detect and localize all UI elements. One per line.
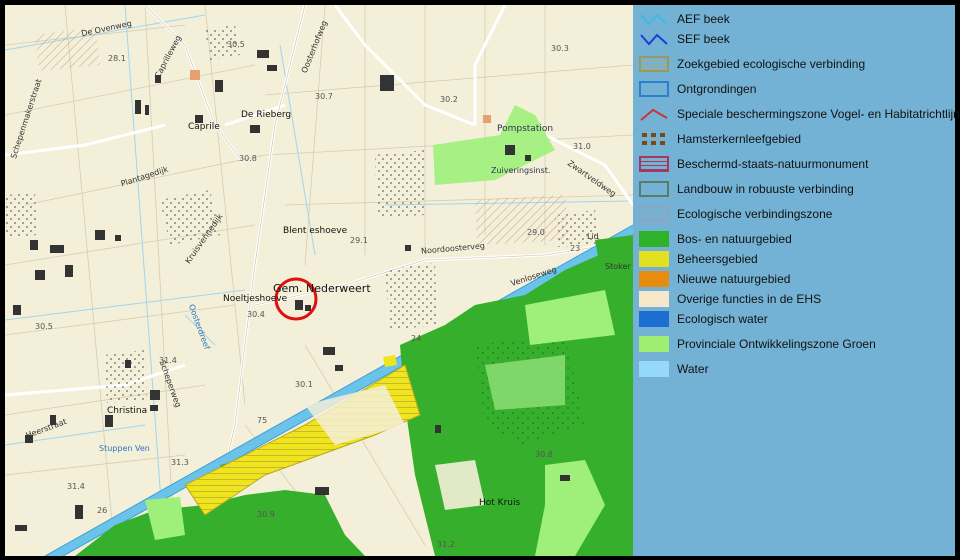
legend-label: Landbouw in robuuste verbinding [677, 182, 854, 196]
legend-item-overig: Overige functies in de EHS [639, 290, 821, 308]
legend-label: Speciale beschermingszone Vogel- en Habi… [677, 107, 960, 121]
legend-item-pog: Provinciale Ontwikkelingszone Groen [639, 335, 876, 353]
legend-item-speciale: Speciale beschermingszone Vogel- en Habi… [639, 105, 960, 123]
legend-item-sef: SEF beek [639, 30, 730, 48]
map-legend: AEF beek SEF beek Zoekgebied ecologische… [633, 5, 960, 556]
elevation-label: 31.0 [573, 142, 591, 151]
legend-swatch-water [639, 361, 669, 377]
legend-item-beheer: Beheersgebied [639, 250, 758, 268]
legend-label: Beschermd-staats-natuurmonument [677, 157, 869, 171]
legend-swatch-beschermd [639, 156, 669, 172]
map-drawing [5, 5, 633, 556]
elevation-label: 30.7 [315, 92, 333, 101]
legend-item-ecozone: Ecologische verbindingszone [639, 205, 832, 223]
legend-swatch-ecowater [639, 311, 669, 327]
legend-label: Ontgrondingen [677, 82, 757, 96]
legend-swatch-bos [639, 231, 669, 247]
elevation-label: 30.8 [535, 450, 553, 459]
legend-swatch-pog [639, 336, 669, 352]
legend-label: Bos- en natuurgebied [677, 232, 792, 246]
legend-swatch-overig [639, 291, 669, 307]
elevation-label: 30.9 [257, 510, 275, 519]
map-label-lid: Lid [587, 232, 599, 241]
map-label-christina: Christina [107, 406, 148, 416]
legend-label: Hamsterkernleefgebied [677, 132, 802, 146]
map-label-caprile: Caprile [188, 122, 220, 132]
legend-item-zoek: Zoekgebied ecologische verbinding [639, 55, 865, 73]
legend-swatch-nieuw [639, 271, 669, 287]
map-label-pompstation: Pompstation [497, 124, 554, 134]
elevation-label: 30.5 [227, 40, 245, 49]
marked-place-label: Gem. Nederweert [273, 282, 371, 295]
legend-label: Beheersgebied [677, 252, 758, 266]
elevation-label: 31.4 [159, 356, 177, 365]
legend-label: AEF beek [677, 12, 730, 26]
map-label-stoker: Stoker [605, 262, 631, 271]
legend-label: SEF beek [677, 32, 730, 46]
legend-item-ontgr: Ontgrondingen [639, 80, 756, 98]
elevation-label: 29.1 [350, 236, 368, 245]
legend-item-hamster: Hamsterkernleefgebied [639, 130, 801, 148]
map-canvas[interactable]: De Ovenweg Caprilleweg Oosterhofweg Sche… [5, 5, 633, 556]
legend-swatch-hamster [639, 131, 669, 147]
map-label-stuppen: Stuppen Ven [99, 444, 150, 453]
elevation-label: 30.5 [35, 322, 53, 331]
legend-swatch-landbouw [639, 181, 669, 197]
legend-label: Nieuwe natuurgebied [677, 272, 791, 286]
elevation-label: 24 [411, 334, 422, 343]
elevation-label: 26 [97, 506, 108, 515]
screenshot-frame: De Ovenweg Caprilleweg Oosterhofweg Sche… [0, 0, 960, 560]
legend-swatch-ontgr [639, 81, 669, 97]
map-label-noeltjeshoeve: Noeltjeshoeve [223, 294, 288, 304]
legend-swatch-zoek [639, 56, 669, 72]
elevation-label: 30.1 [295, 380, 313, 389]
legend-swatch-speciale [639, 106, 669, 122]
elevation-label: 30.8 [239, 154, 257, 163]
legend-item-bos: Bos- en natuurgebied [639, 230, 792, 248]
legend-label: Provinciale Ontwikkelingszone Groen [677, 337, 876, 351]
legend-swatch-ecozone [639, 206, 669, 222]
elevation-label: 30.3 [551, 44, 569, 53]
legend-label: Ecologische verbindingszone [677, 207, 833, 221]
legend-item-ecowater: Ecologisch water [639, 310, 768, 328]
legend-label: Ecologisch water [677, 312, 768, 326]
legend-item-aef: AEF beek [639, 10, 730, 28]
legend-item-landbouw: Landbouw in robuuste verbinding [639, 180, 854, 198]
elevation-label: 29.0 [527, 228, 545, 237]
elevation-label: 31.2 [437, 540, 455, 549]
legend-item-water: Water [639, 360, 709, 378]
elevation-label: 75 [257, 416, 268, 425]
map-label-hotkruis: Hot Kruis [479, 498, 521, 508]
map-label-blenteshoeve: Blent eshoeve [283, 226, 348, 236]
legend-item-beschermd: Beschermd-staats-natuurmonument [639, 155, 868, 173]
elevation-label: 23 [570, 244, 581, 253]
legend-label: Water [677, 362, 709, 376]
legend-swatch-sef [639, 31, 669, 47]
legend-item-nieuw: Nieuwe natuurgebied [639, 270, 790, 288]
map-label-rieberg: De Rieberg [241, 110, 292, 120]
legend-swatch-beheer [639, 251, 669, 267]
elevation-label: 31.4 [67, 482, 85, 491]
elevation-label: 31.3 [171, 458, 189, 467]
legend-label: Zoekgebied ecologische verbinding [677, 57, 866, 71]
legend-swatch-aef [639, 11, 669, 27]
elevation-label: 28.1 [108, 54, 126, 63]
map-label-zuivering: Zuiveringsinst. [491, 166, 551, 175]
elevation-label: 30.4 [247, 310, 265, 319]
elevation-label: 30.2 [440, 95, 458, 104]
legend-label: Overige functies in de EHS [677, 292, 822, 306]
